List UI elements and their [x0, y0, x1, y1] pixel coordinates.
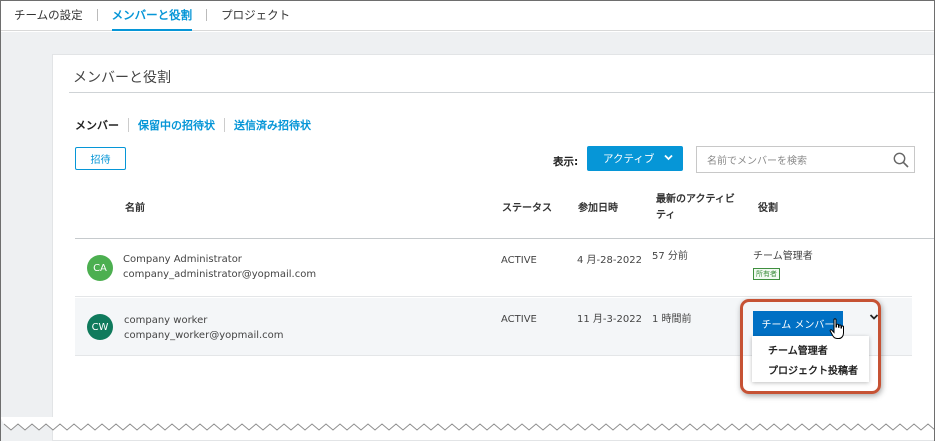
table-row: CA Company Administrator company_adminis…: [75, 239, 912, 297]
subtab-pending-invites[interactable]: 保留中の招待状: [138, 117, 215, 133]
member-status: ACTIVE: [501, 314, 537, 325]
member-name: company worker: [124, 315, 208, 326]
header-name[interactable]: 名前: [125, 201, 145, 217]
member-joined: 11 月-3-2022: [577, 314, 642, 325]
member-activity: 57 分前: [652, 251, 688, 262]
chevron-down-icon: [664, 153, 673, 164]
subtab-members[interactable]: メンバー: [75, 117, 119, 133]
tab-team-settings[interactable]: チームの設定: [14, 0, 97, 31]
role-option-project-contributor[interactable]: プロジェクト投稿者: [768, 362, 858, 377]
title-divider: [69, 92, 934, 93]
member-activity: 1 時間前: [652, 314, 692, 325]
header-latest-activity[interactable]: 最新のアクティビ ティ: [656, 192, 735, 224]
member-subtabs: メンバー 保留中の招待状 送信済み招待状: [75, 117, 311, 133]
header-role[interactable]: 役割: [758, 201, 778, 217]
member-joined: 4 月-28-2022: [577, 255, 642, 266]
show-filter-label: 表示:: [553, 156, 579, 168]
member-status: ACTIVE: [501, 255, 537, 266]
tab-projects[interactable]: プロジェクト: [221, 0, 304, 31]
avatar: CW: [87, 314, 113, 340]
search-placeholder: 名前でメンバーを検索: [707, 156, 807, 167]
member-email: company_worker@yopmail.com: [124, 330, 284, 341]
member-name: Company Administrator: [123, 254, 242, 265]
header-activity-line2: ティ: [656, 210, 676, 221]
tab-divider: [206, 9, 208, 21]
avatar: CA: [87, 255, 113, 281]
subtab-divider: [224, 118, 225, 132]
top-tab-bar: チームの設定 メンバーと役割 プロジェクト: [0, 0, 935, 31]
invite-button[interactable]: 招待: [75, 147, 126, 170]
status-filter-dropdown[interactable]: アクティブ: [587, 146, 683, 171]
torn-edge-decoration: [0, 417, 935, 431]
subtab-sent-invites[interactable]: 送信済み招待状: [234, 117, 311, 133]
member-role: チーム管理者: [753, 251, 813, 262]
header-status[interactable]: ステータス: [502, 201, 552, 217]
subtab-divider: [128, 118, 129, 132]
member-search-input[interactable]: 名前でメンバーを検索: [696, 146, 915, 173]
role-dropdown-menu: チーム管理者 プロジェクト投稿者: [752, 336, 869, 382]
owner-badge: 所有者: [753, 268, 780, 280]
search-icon[interactable]: [892, 151, 910, 169]
hand-cursor-icon: [829, 318, 847, 340]
header-joined[interactable]: 参加日時: [578, 201, 618, 217]
page-title: メンバーと役割: [73, 70, 171, 86]
member-email: company_administrator@yopmail.com: [123, 269, 317, 280]
status-filter-value: アクティブ: [603, 153, 655, 165]
tab-divider: [96, 9, 98, 21]
role-option-team-admin[interactable]: チーム管理者: [768, 342, 828, 357]
header-activity-line1: 最新のアクティビ: [656, 194, 735, 205]
tab-members-and-roles[interactable]: メンバーと役割: [111, 0, 207, 31]
chevron-down-icon[interactable]: [869, 311, 879, 324]
